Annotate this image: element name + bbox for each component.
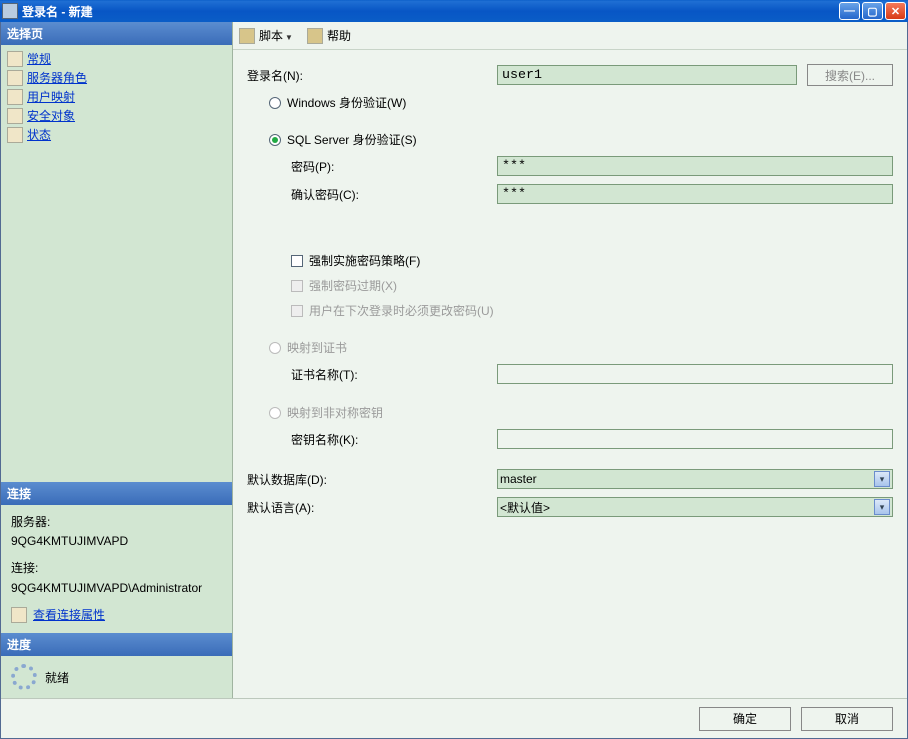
must-change-label: 用户在下次登录时必须更改密码(U): [309, 302, 494, 319]
connection-props-icon: [11, 607, 27, 623]
auth-windows-label: Windows 身份验证(W): [287, 94, 406, 111]
radio-icon: [269, 407, 281, 419]
chevron-down-icon: ▾: [874, 471, 890, 487]
help-icon: [307, 28, 323, 44]
server-value: 9QG4KMTUJIMVAPD: [11, 532, 222, 551]
sidebar-item-general[interactable]: 常规: [5, 49, 228, 68]
minimize-button[interactable]: —: [839, 2, 860, 20]
close-button[interactable]: ✕: [885, 2, 906, 20]
default-db-select[interactable]: master ▾: [497, 469, 893, 489]
cert-name-input: [497, 364, 893, 384]
page-icon: [7, 89, 23, 105]
connection-label: 连接:: [11, 559, 222, 578]
must-change-checkbox: 用户在下次登录时必须更改密码(U): [247, 302, 893, 319]
map-cert-label: 映射到证书: [287, 339, 347, 356]
window-title: 登录名 - 新建: [22, 3, 839, 20]
sidebar-item-user-mapping[interactable]: 用户映射: [5, 87, 228, 106]
map-cert-radio: 映射到证书: [247, 339, 893, 356]
password-input[interactable]: [497, 156, 893, 176]
enforce-expire-label: 强制密码过期(X): [309, 277, 397, 294]
progress-ring-icon: [11, 664, 37, 690]
key-name-input: [497, 429, 893, 449]
map-asym-label: 映射到非对称密钥: [287, 404, 383, 421]
pages-header: 选择页: [1, 22, 232, 45]
confirm-password-label: 确认密码(C):: [247, 186, 497, 203]
key-name-label: 密钥名称(K):: [247, 431, 497, 448]
page-icon: [7, 51, 23, 67]
page-icon: [7, 108, 23, 124]
default-lang-value: <默认值>: [500, 499, 550, 516]
titlebar: 登录名 - 新建 — ▢ ✕: [0, 0, 908, 22]
map-asym-radio: 映射到非对称密钥: [247, 404, 893, 421]
progress-header: 进度: [1, 633, 232, 656]
cancel-button[interactable]: 取消: [801, 707, 893, 731]
default-db-label: 默认数据库(D):: [247, 471, 497, 488]
view-connection-properties[interactable]: 查看连接属性: [33, 606, 105, 625]
auth-windows-radio[interactable]: Windows 身份验证(W): [247, 94, 893, 111]
connection-header: 连接: [1, 482, 232, 505]
cert-name-label: 证书名称(T):: [247, 366, 497, 383]
checkbox-icon: [291, 280, 303, 292]
sidebar-item-label: 服务器角色: [27, 69, 87, 86]
radio-icon: [269, 97, 281, 109]
ok-button[interactable]: 确定: [699, 707, 791, 731]
app-icon: [2, 3, 18, 19]
sidebar-item-label: 常规: [27, 50, 51, 67]
auth-sql-label: SQL Server 身份验证(S): [287, 131, 417, 148]
help-button[interactable]: 帮助: [327, 27, 351, 44]
checkbox-icon: [291, 255, 303, 267]
default-db-value: master: [500, 472, 537, 486]
sidebar-item-status[interactable]: 状态: [5, 125, 228, 144]
checkbox-icon: [291, 305, 303, 317]
script-dropdown[interactable]: 脚本: [259, 27, 293, 44]
content-panel: 脚本 帮助 登录名(N): 搜索(E)... Windows 身份验证(W) S…: [233, 22, 907, 698]
sidebar-item-label: 安全对象: [27, 107, 75, 124]
dialog-footer: 确定 取消: [1, 698, 907, 738]
sidebar-item-label: 用户映射: [27, 88, 75, 105]
page-icon: [7, 70, 23, 86]
login-name-label: 登录名(N):: [247, 67, 497, 84]
sidebar-item-label: 状态: [27, 126, 51, 143]
confirm-password-input[interactable]: [497, 184, 893, 204]
page-icon: [7, 127, 23, 143]
auth-sql-radio[interactable]: SQL Server 身份验证(S): [247, 131, 893, 148]
enforce-policy-label: 强制实施密码策略(F): [309, 252, 420, 269]
chevron-down-icon: ▾: [874, 499, 890, 515]
server-label: 服务器:: [11, 513, 222, 532]
login-name-input[interactable]: [497, 65, 797, 85]
progress-status: 就绪: [45, 669, 69, 686]
connection-value: 9QG4KMTUJIMVAPD\Administrator: [11, 579, 222, 598]
password-label: 密码(P):: [247, 158, 497, 175]
sidebar: 选择页 常规 服务器角色 用户映射 安全对象 状态: [1, 22, 233, 698]
enforce-expire-checkbox: 强制密码过期(X): [247, 277, 893, 294]
search-button: 搜索(E)...: [807, 64, 893, 86]
sidebar-item-securables[interactable]: 安全对象: [5, 106, 228, 125]
radio-icon: [269, 134, 281, 146]
toolbar: 脚本 帮助: [233, 22, 907, 50]
radio-icon: [269, 342, 281, 354]
default-lang-label: 默认语言(A):: [247, 499, 497, 516]
maximize-button[interactable]: ▢: [862, 2, 883, 20]
sidebar-item-server-roles[interactable]: 服务器角色: [5, 68, 228, 87]
default-lang-select[interactable]: <默认值> ▾: [497, 497, 893, 517]
script-icon: [239, 28, 255, 44]
enforce-policy-checkbox[interactable]: 强制实施密码策略(F): [247, 252, 893, 269]
